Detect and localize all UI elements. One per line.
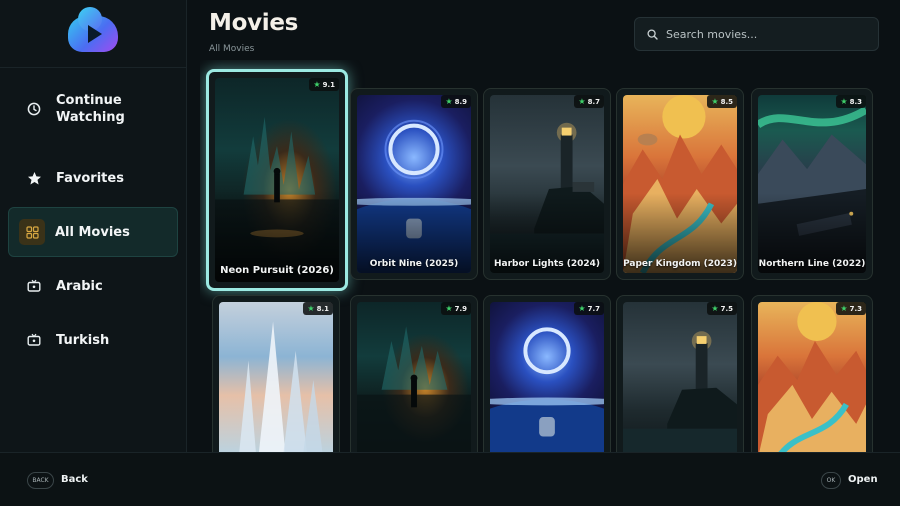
search-input[interactable] — [666, 27, 866, 41]
movie-poster — [758, 95, 866, 273]
search-box[interactable] — [634, 17, 879, 51]
footer-bar: BACK Back OK Open — [0, 452, 900, 506]
back-key-badge[interactable]: BACK — [27, 472, 54, 489]
movie-poster — [215, 78, 339, 282]
movie-card[interactable]: ★ 8.9 Orbit Nine (2025) — [350, 88, 478, 280]
rating-badge: ★ 7.7 — [574, 302, 604, 315]
rating-badge: ★ 8.7 — [574, 95, 604, 108]
star-icon: ★ — [578, 304, 586, 313]
grid-icon — [19, 219, 45, 245]
movie-poster — [219, 302, 333, 452]
sidebar-item-all-movies[interactable]: All Movies — [8, 207, 178, 257]
movie-title: Northern Line (2022) — [758, 259, 866, 269]
movie-poster — [357, 302, 471, 452]
star-icon — [26, 170, 42, 186]
movie-title: Orbit Nine (2025) — [369, 259, 459, 269]
sidebar-item-continue-watching[interactable]: Continue Watching — [8, 79, 178, 139]
star-icon: ★ — [711, 304, 719, 313]
back-label[interactable]: Back — [61, 474, 88, 485]
ok-key-badge[interactable]: OK — [821, 472, 841, 489]
rating-badge: ★ 9.1 — [309, 78, 339, 91]
movie-grid: ★ 9.1 Neon Pursuit (2026) ★ 8.9 Orbit Nine… — [200, 60, 900, 452]
star-icon: ★ — [313, 80, 321, 89]
search-icon — [647, 25, 658, 44]
movie-title: Paper Kingdom (2023) — [623, 259, 737, 269]
movie-card[interactable]: ★ 8.1 — [212, 295, 340, 452]
sidebar-nav: Continue Watching Favorites All Movies A… — [0, 68, 186, 365]
page-title: Movies — [209, 10, 299, 36]
rating-badge: ★ 8.1 — [303, 302, 333, 315]
movie-card[interactable]: ★ 7.7 — [483, 295, 611, 452]
rating-badge: ★ 7.3 — [836, 302, 866, 315]
movie-poster — [357, 95, 471, 273]
app-logo-icon — [68, 6, 118, 52]
movie-card[interactable]: ★ 8.3 Northern Line (2022) — [751, 88, 873, 280]
sidebar-item-label: Turkish — [56, 332, 110, 348]
clock-icon — [26, 101, 42, 117]
movie-card[interactable]: ★ 7.5 — [616, 295, 744, 452]
sidebar: Continue Watching Favorites All Movies A… — [0, 0, 187, 452]
sidebar-item-arabic[interactable]: Arabic — [8, 261, 178, 311]
sidebar-item-label: Arabic — [56, 278, 103, 294]
star-icon: ★ — [578, 97, 586, 106]
movie-card[interactable]: ★ 7.3 — [751, 295, 873, 452]
star-icon: ★ — [445, 304, 453, 313]
star-icon: ★ — [840, 304, 848, 313]
movie-card[interactable]: ★ 8.5 Paper Kingdom (2023) — [616, 88, 744, 280]
tv-icon — [26, 278, 42, 294]
breadcrumb: All Movies — [209, 44, 255, 54]
rating-badge: ★ 7.5 — [707, 302, 737, 315]
movie-card[interactable]: ★ 8.7 Harbor Lights (2024) — [483, 88, 611, 280]
movie-title: Neon Pursuit (2026) — [220, 265, 334, 276]
sidebar-item-turkish[interactable]: Turkish — [8, 315, 178, 365]
sidebar-item-label: Favorites — [56, 170, 124, 186]
star-icon: ★ — [445, 97, 453, 106]
rating-badge: ★ 8.9 — [441, 95, 471, 108]
movie-card[interactable]: ★ 7.9 — [350, 295, 478, 452]
movie-poster — [490, 302, 604, 452]
movie-poster — [623, 302, 737, 452]
star-icon: ★ — [840, 97, 848, 106]
movie-card[interactable]: ★ 9.1 Neon Pursuit (2026) — [206, 69, 348, 291]
rating-badge: ★ 7.9 — [441, 302, 471, 315]
movie-poster — [490, 95, 604, 273]
rating-badge: ★ 8.3 — [836, 95, 866, 108]
logo-area — [0, 0, 186, 68]
movie-poster — [758, 302, 866, 452]
star-icon: ★ — [307, 304, 315, 313]
tv-icon — [26, 332, 42, 348]
movie-title: Harbor Lights (2024) — [494, 259, 600, 269]
movie-poster — [623, 95, 737, 273]
star-icon: ★ — [711, 97, 719, 106]
sidebar-item-label: Continue Watching — [56, 93, 125, 125]
rating-badge: ★ 8.5 — [707, 95, 737, 108]
sidebar-item-favorites[interactable]: Favorites — [8, 153, 178, 203]
sidebar-item-label: All Movies — [55, 224, 130, 240]
open-label[interactable]: Open — [848, 474, 878, 485]
